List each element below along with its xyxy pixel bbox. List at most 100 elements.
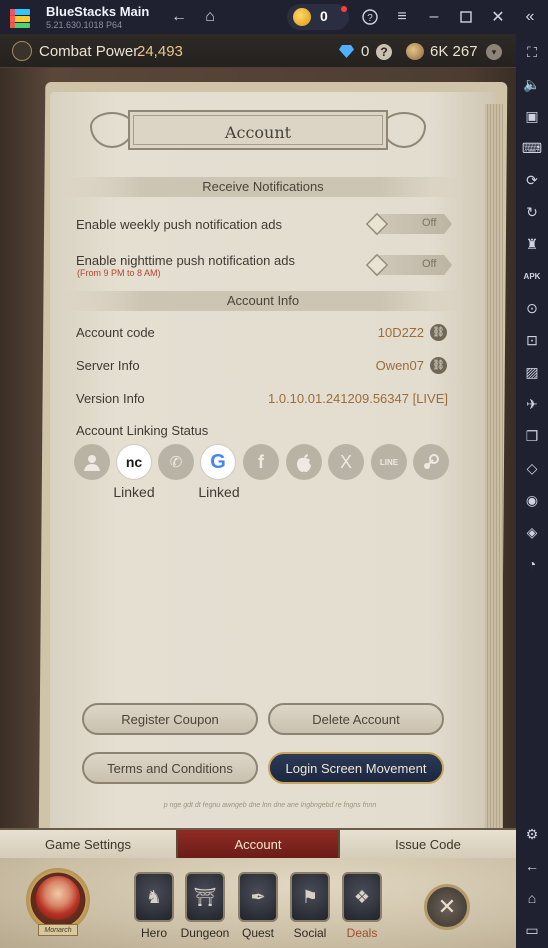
- account-code-label: Account code: [76, 325, 155, 340]
- nav-quest-label: Quest: [241, 926, 274, 940]
- nav-social[interactable]: ⚑ Social: [286, 872, 334, 946]
- treasure-icon: ❖: [342, 872, 382, 922]
- volume-icon[interactable]: 🔈: [522, 74, 542, 94]
- screen-record-icon[interactable]: ▣: [522, 106, 542, 126]
- login-screen-button[interactable]: Login Screen Movement: [268, 752, 444, 784]
- eco-mode-icon[interactable]: ◇: [522, 458, 542, 478]
- close-icon[interactable]: ✕: [487, 6, 509, 28]
- line-icon[interactable]: LINE: [371, 444, 407, 480]
- notification-dot: [341, 6, 347, 12]
- gem-icon: [339, 45, 354, 58]
- book-page-edges: [485, 104, 503, 834]
- weekly-ads-label: Enable weekly push notification ads: [76, 217, 282, 232]
- toggle-state: Off: [422, 217, 437, 229]
- collapse-icon[interactable]: «: [519, 6, 541, 28]
- currency-help-icon[interactable]: ?: [376, 44, 392, 60]
- gem-count: 0: [361, 43, 370, 60]
- quill-icon: ✒: [238, 872, 278, 922]
- phone-icon[interactable]: ✆: [158, 444, 194, 480]
- facebook-icon[interactable]: f: [243, 444, 279, 480]
- help-icon[interactable]: ?: [359, 6, 381, 28]
- tab-account[interactable]: Account: [176, 830, 340, 858]
- dungeon-gate-icon: ⛩: [185, 872, 225, 922]
- app-version: 5.21.630.1018 P64: [46, 20, 123, 30]
- screenshot-icon[interactable]: ⊙: [522, 298, 542, 318]
- nav-hero[interactable]: ♞ Hero: [130, 872, 178, 946]
- nighttime-ads-hours: (From 9 PM to 8 AM): [77, 268, 161, 278]
- google-icon[interactable]: G: [200, 444, 236, 480]
- delete-account-button[interactable]: Delete Account: [268, 703, 444, 735]
- recents-icon[interactable]: ▭: [522, 920, 542, 940]
- nc-linked-label: Linked: [113, 484, 155, 500]
- server-link-icon[interactable]: ⛓: [430, 357, 447, 374]
- close-menu-icon[interactable]: ✕: [424, 884, 470, 930]
- airplane-icon[interactable]: ✈: [522, 394, 542, 414]
- home-icon[interactable]: ⌂: [199, 6, 221, 28]
- account-code-value: 10D2Z2: [377, 325, 424, 340]
- nighttime-ads-toggle[interactable]: Off: [364, 253, 456, 277]
- apple-icon[interactable]: [286, 444, 322, 480]
- menu-icon[interactable]: ≡: [391, 6, 413, 28]
- emulator-sidebar: ⛶ 🔈 ▣ ⌨ ⟳ ↻ ♜ APK ⊙ ⊡ ▨ ✈ ❐ ◇ ◉ ◈ ◔ ⚙ ← …: [516, 34, 548, 948]
- terms-button[interactable]: Terms and Conditions: [82, 752, 258, 784]
- location-icon[interactable]: ◉: [522, 490, 542, 510]
- sword-icon: [12, 41, 32, 61]
- settings-icon[interactable]: ⚙: [522, 824, 542, 844]
- fullscreen-icon[interactable]: ⛶: [522, 42, 542, 62]
- avatar[interactable]: [36, 876, 80, 920]
- helmet-icon: ♞: [134, 872, 174, 922]
- tab-issue-code[interactable]: Issue Code: [340, 830, 516, 858]
- register-coupon-button[interactable]: Register Coupon: [82, 703, 258, 735]
- nav-dungeon-label: Dungeon: [180, 926, 230, 940]
- expand-currency-icon[interactable]: ▾: [486, 44, 502, 60]
- layers-icon[interactable]: ◈: [522, 522, 542, 542]
- combat-power-label: Combat Power: [39, 43, 139, 60]
- nc-logo-icon[interactable]: nc: [116, 444, 152, 480]
- bluestacks-logo-icon: [9, 7, 31, 29]
- tab-game-settings[interactable]: Game Settings: [0, 830, 176, 858]
- nav-quest[interactable]: ✒ Quest: [234, 872, 282, 946]
- rotate-icon[interactable]: ↻: [522, 202, 542, 222]
- game-viewport: Combat Power 24,493 0 ? 6K 267 ▾: [0, 34, 516, 948]
- media-icon[interactable]: ▨: [522, 362, 542, 382]
- server-info-value: Owen07: [375, 358, 424, 373]
- server-info-label: Server Info: [76, 358, 140, 373]
- svg-text:?: ?: [367, 13, 373, 24]
- coin-count: 0: [320, 8, 328, 24]
- steam-icon[interactable]: [413, 444, 449, 480]
- shell-count: 6K 267: [430, 43, 478, 60]
- emulator-title-bar: BlueStacks Main 5.21.630.1018 P64 ← ⌂ 0 …: [0, 0, 548, 34]
- nav-deals[interactable]: ❖ Deals: [338, 872, 386, 946]
- app-title: BlueStacks Main: [46, 4, 150, 19]
- version-info-value: 1.0.10.01.241209.56347 [LIVE]: [268, 391, 448, 406]
- minimize-icon[interactable]: –: [423, 6, 445, 28]
- back-arrow-icon[interactable]: ←: [168, 6, 190, 28]
- avatar-title: Monarch: [38, 924, 78, 936]
- nav-social-label: Social: [293, 926, 327, 940]
- weekly-ads-toggle[interactable]: Off: [364, 212, 456, 236]
- x-icon[interactable]: X: [328, 444, 364, 480]
- maximize-icon[interactable]: [455, 6, 477, 28]
- section-account-info: Account Info: [66, 291, 460, 311]
- multi-instance-icon[interactable]: ❐: [522, 426, 542, 446]
- android-home-icon[interactable]: ⌂: [522, 888, 542, 908]
- macro-play-icon[interactable]: ⟳: [522, 170, 542, 190]
- coin-icon: [293, 8, 311, 26]
- keyboard-icon[interactable]: ⌨: [522, 138, 542, 158]
- android-back-icon[interactable]: ←: [522, 856, 542, 876]
- toggle-state: Off: [422, 258, 437, 270]
- account-linking-label: Account Linking Status: [76, 423, 209, 438]
- apk-icon[interactable]: APK: [522, 266, 542, 286]
- performance-icon[interactable]: ◔: [522, 554, 542, 574]
- gamepad-icon[interactable]: ♜: [522, 234, 542, 254]
- google-linked-label: Linked: [198, 484, 240, 500]
- nav-dungeon[interactable]: ⛩ Dungeon: [181, 872, 229, 946]
- resize-icon[interactable]: ⊡: [522, 330, 542, 350]
- page-footer-script: p nge gdt dt fegnu awngeb dne lnn dne an…: [163, 802, 377, 809]
- nav-deals-label: Deals: [346, 926, 378, 940]
- copy-link-icon[interactable]: ⛓: [430, 324, 447, 341]
- person-icon[interactable]: [74, 444, 110, 480]
- page-title: Account: [224, 123, 292, 142]
- coin-balance[interactable]: 0: [287, 4, 349, 30]
- settings-tabs: Game Settings Account Issue Code: [0, 828, 516, 858]
